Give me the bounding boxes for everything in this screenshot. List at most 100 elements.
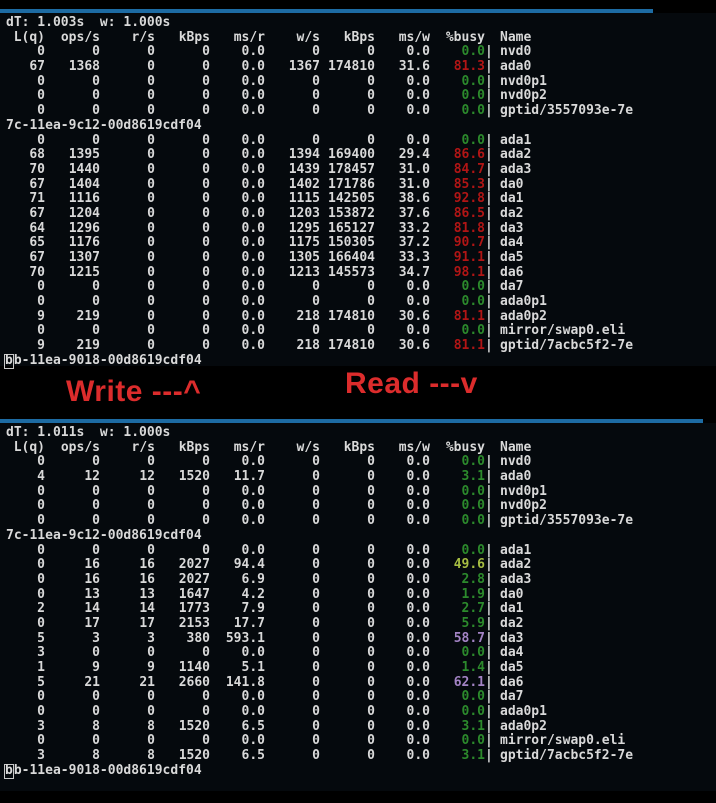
gstat-row: 0 16 16 2027 94.4 0 0 0.0 49.6| ada2	[37, 557, 532, 573]
column-header-rs: r/s	[131, 439, 155, 455]
gstat-row: 0 0 0 0 0.0 0 0 0.0 0.0| ada0p1	[37, 704, 547, 720]
device-name: da2	[500, 205, 524, 221]
gstat-wrapped-gptid-line: bb-11ea-9018-00d8619cdf04	[5, 762, 202, 778]
device-name: mirror/swap0.eli	[500, 323, 626, 339]
gstat-wrapped-gptid-line: 7c-11ea-9c12-00d8619cdf04	[6, 527, 202, 543]
gstat-row: 0 16 16 2027 6.9 0 0 0.0 2.8| ada3	[37, 571, 532, 587]
busy-percent: 0.0	[461, 483, 485, 499]
busy-percent: 0.0	[461, 454, 485, 470]
gstat-row: 67 1404 0 0 0.0 1402 171786 31.0 85.3| da0	[29, 176, 524, 192]
busy-percent: 62.1	[453, 674, 485, 690]
gstat-row: 3 8 8 1520 6.5 0 0 0.0 3.1| ada0p2	[37, 718, 547, 734]
device-name: nvd0p2	[500, 498, 547, 514]
device-name: ada3	[500, 161, 532, 177]
busy-percent: 81.1	[453, 308, 485, 324]
busy-percent: 98.1	[453, 264, 485, 280]
device-name: nvd0	[500, 44, 532, 60]
device-name: da6	[500, 264, 524, 280]
write-annotation-label: Write ---^	[66, 375, 202, 408]
gstat-row: 0 0 0 0 0.0 0 0 0.0 0.0| nvd0p1	[37, 483, 547, 499]
busy-percent: 0.0	[461, 103, 485, 119]
busy-percent: 0.0	[461, 294, 485, 310]
gstat-row: 9 219 0 0 0.0 218 174810 30.6 81.1| ada0p2	[37, 308, 547, 324]
gstat-row: 5 3 3 380 593.1 0 0 0.0 58.7| da3	[37, 630, 524, 646]
column-header-name: Name	[500, 29, 532, 45]
column-header-kBps: kBps	[343, 29, 375, 45]
device-name: da7	[500, 689, 524, 705]
gstat-row: 3 8 8 1520 6.5 0 0 0.0 3.1| gptid/7acbc5f2-7e	[37, 748, 634, 764]
busy-percent: 0.0	[461, 733, 485, 749]
busy-percent: 81.8	[453, 220, 485, 236]
device-name: da1	[500, 601, 524, 617]
busy-percent: 0.0	[461, 513, 485, 529]
busy-percent: 81.3	[453, 59, 485, 75]
device-name: gptid/3557093e-7e	[500, 103, 634, 119]
device-name: ada0	[500, 59, 532, 75]
gstat-dt-line: dT: 1.003s w: 1.000s	[6, 15, 171, 30]
gstat-row: 67 1204 0 0 0.0 1203 153872 37.6 86.5| da2	[29, 205, 524, 221]
gstat-row: 0 0 0 0 0.0 0 0 0.0 0.0| mirror/swap0.eli	[37, 733, 626, 749]
device-name: nvd0p2	[500, 88, 547, 104]
gstat-row: 71 1116 0 0 0.0 1115 142505 38.6 92.8| da1	[29, 191, 524, 207]
gstat-row: 0 0 0 0 0.0 0 0 0.0 0.0| nvd0	[37, 44, 532, 60]
device-name: ada2	[500, 147, 532, 163]
gstat-dt-line: dT: 1.011s w: 1.000s	[6, 425, 171, 440]
gstat-row: 0 0 0 0 0.0 0 0 0.0 0.0| ada0p1	[37, 294, 547, 310]
busy-percent: 49.6	[453, 557, 485, 573]
gstat-row: 0 0 0 0 0.0 0 0 0.0 0.0| ada1	[37, 132, 532, 148]
busy-percent: 84.7	[453, 161, 485, 177]
gstat-row: 0 0 0 0 0.0 0 0 0.0 0.0| nvd0p2	[37, 498, 547, 514]
busy-percent: 0.0	[461, 73, 485, 89]
device-name: da3	[500, 630, 524, 646]
gstat-row: 1 9 9 1140 5.1 0 0 0.0 1.4| da5	[37, 660, 524, 675]
gstat-row: 9 219 0 0 0.0 218 174810 30.6 81.1| gptid/7acbc5f…	[37, 338, 634, 354]
device-name: da5	[500, 660, 524, 675]
device-name: da6	[500, 674, 524, 690]
terminal-cursor: b	[5, 352, 13, 368]
device-name: da0	[500, 586, 524, 602]
column-header-opss: ops/s	[60, 29, 100, 45]
gstat-row: 0 0 0 0 0.0 0 0 0.0 0.0| da7	[37, 689, 524, 705]
gstat-row: 0 17 17 2153 17.7 0 0 0.0 5.9| da2	[37, 615, 524, 631]
gstat-column-header: L(q) ops/s r/s kBps ms/r w/s kBps ms/w %busy Nam…	[6, 29, 716, 46]
column-header-opss: ops/s	[60, 439, 100, 455]
busy-percent: 5.9	[461, 615, 485, 631]
column-header-Lq: L(q)	[13, 29, 45, 45]
column-header-msw: ms/w	[398, 29, 430, 45]
busy-percent: 90.7	[453, 235, 485, 251]
gstat-row: 0 13 13 1647 4.2 0 0 0.0 1.9| da0	[37, 586, 524, 602]
gstat-wrapped-gptid-line: 7c-11ea-9c12-00d8619cdf04	[6, 117, 202, 133]
busy-percent: 0.0	[461, 279, 485, 295]
gstat-row: 2 14 14 1773 7.9 0 0 0.0 2.7| da1	[37, 601, 524, 617]
gstat-row: 65 1176 0 0 0.0 1175 150305 37.2 90.7| da4	[29, 235, 524, 251]
device-name: da5	[500, 250, 524, 265]
gstat-row: 0 0 0 0 0.0 0 0 0.0 0.0| gptid/3557093e-7e	[37, 513, 634, 529]
device-name: mirror/swap0.eli	[500, 733, 626, 749]
column-header-Lq: L(q)	[13, 439, 45, 455]
read-annotation-label: Read ---v	[345, 367, 478, 400]
busy-percent: 2.7	[461, 601, 485, 617]
device-name: ada0	[500, 469, 532, 485]
column-header-kBps: kBps	[178, 439, 210, 455]
gstat-terminal-read[interactable]: dT: 1.011s w: 1.000s L(q) ops/s r/s kBps ms/r…	[0, 423, 716, 791]
terminal-cursor: b	[5, 762, 13, 778]
column-header-busy: %busy	[445, 439, 485, 455]
busy-percent: 86.6	[453, 147, 485, 163]
gstat-row: 64 1296 0 0 0.0 1295 165127 33.2 81.8| da3	[29, 220, 524, 236]
gstat-terminal-write[interactable]: dT: 1.003s w: 1.000s L(q) ops/s r/s kBps ms/r…	[0, 13, 716, 368]
gstat-row: 70 1215 0 0 0.0 1213 145573 34.7 98.1| da6	[29, 264, 524, 280]
device-name: da2	[500, 615, 524, 631]
device-name: gptid/3557093e-7e	[500, 513, 634, 529]
gstat-row: 0 0 0 0 0.0 0 0 0.0 0.0| ada1	[37, 542, 532, 558]
gstat-row: 67 1307 0 0 0.0 1305 166404 33.3 91.1| da5	[29, 250, 524, 265]
device-name: nvd0p1	[500, 73, 547, 89]
device-name: da4	[500, 645, 524, 661]
column-header-rs: r/s	[131, 29, 155, 45]
gstat-row: 70 1440 0 0 0.0 1439 178457 31.0 84.7| ada3	[29, 161, 532, 177]
device-name: gptid/7acbc5f2-7e	[500, 748, 634, 764]
gstat-row: 68 1395 0 0 0.0 1394 169400 29.4 86.6| ada2	[29, 147, 532, 163]
column-header-name: Name	[500, 439, 532, 455]
column-header-kBps: kBps	[343, 439, 375, 455]
busy-percent: 0.0	[461, 542, 485, 558]
device-name: gptid/7acbc5f2-7e	[500, 338, 634, 354]
